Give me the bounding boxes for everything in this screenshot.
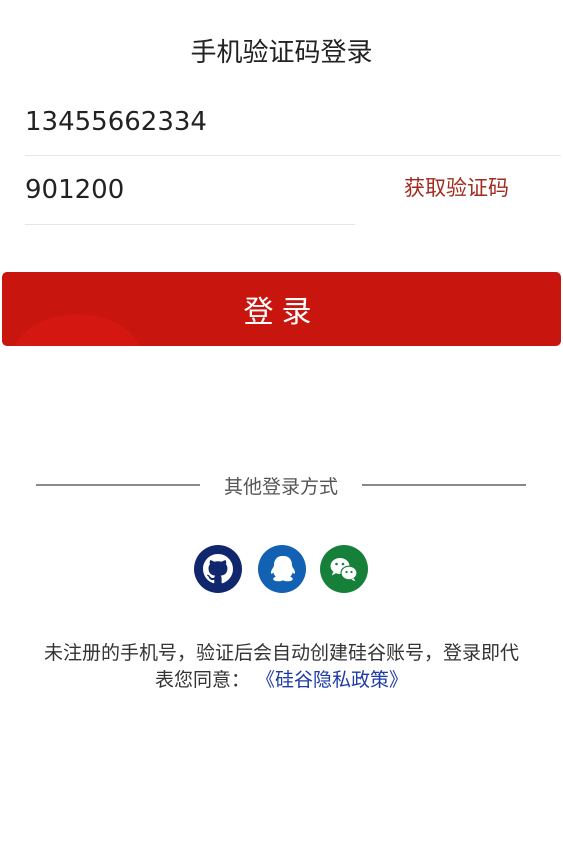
code-field-row [25,158,355,225]
get-code-button[interactable]: 获取验证码 [404,172,509,202]
login-page: 手机验证码登录 获取验证码 登录 其他登录方式 [0,0,563,857]
privacy-policy-link[interactable]: 《硅谷隐私政策》 [256,669,408,691]
page-title: 手机验证码登录 [190,38,373,68]
other-login-divider: 其他登录方式 [36,472,526,498]
login-button-label: 登录 [243,295,320,330]
wechat-icon[interactable] [320,545,368,593]
registration-notice: 未注册的手机号，验证后会自动创建硅谷账号，登录即代 表您同意： 《硅谷隐私政策》 [0,640,563,694]
phone-field-row [25,90,561,156]
notice-line-2: 表您同意： 《硅谷隐私政策》 [0,667,563,694]
qq-icon[interactable] [258,545,306,593]
login-button[interactable]: 登录 [2,272,561,346]
notice-line-1: 未注册的手机号，验证后会自动创建硅谷账号，登录即代 [43,642,519,664]
social-login-icons [194,545,374,593]
notice-line-2-text: 表您同意： [154,669,250,691]
verification-code-input[interactable] [25,158,345,222]
github-icon[interactable] [194,545,242,593]
button-ripple [12,314,142,346]
divider-line-right [362,484,526,486]
phone-input[interactable] [25,90,555,154]
